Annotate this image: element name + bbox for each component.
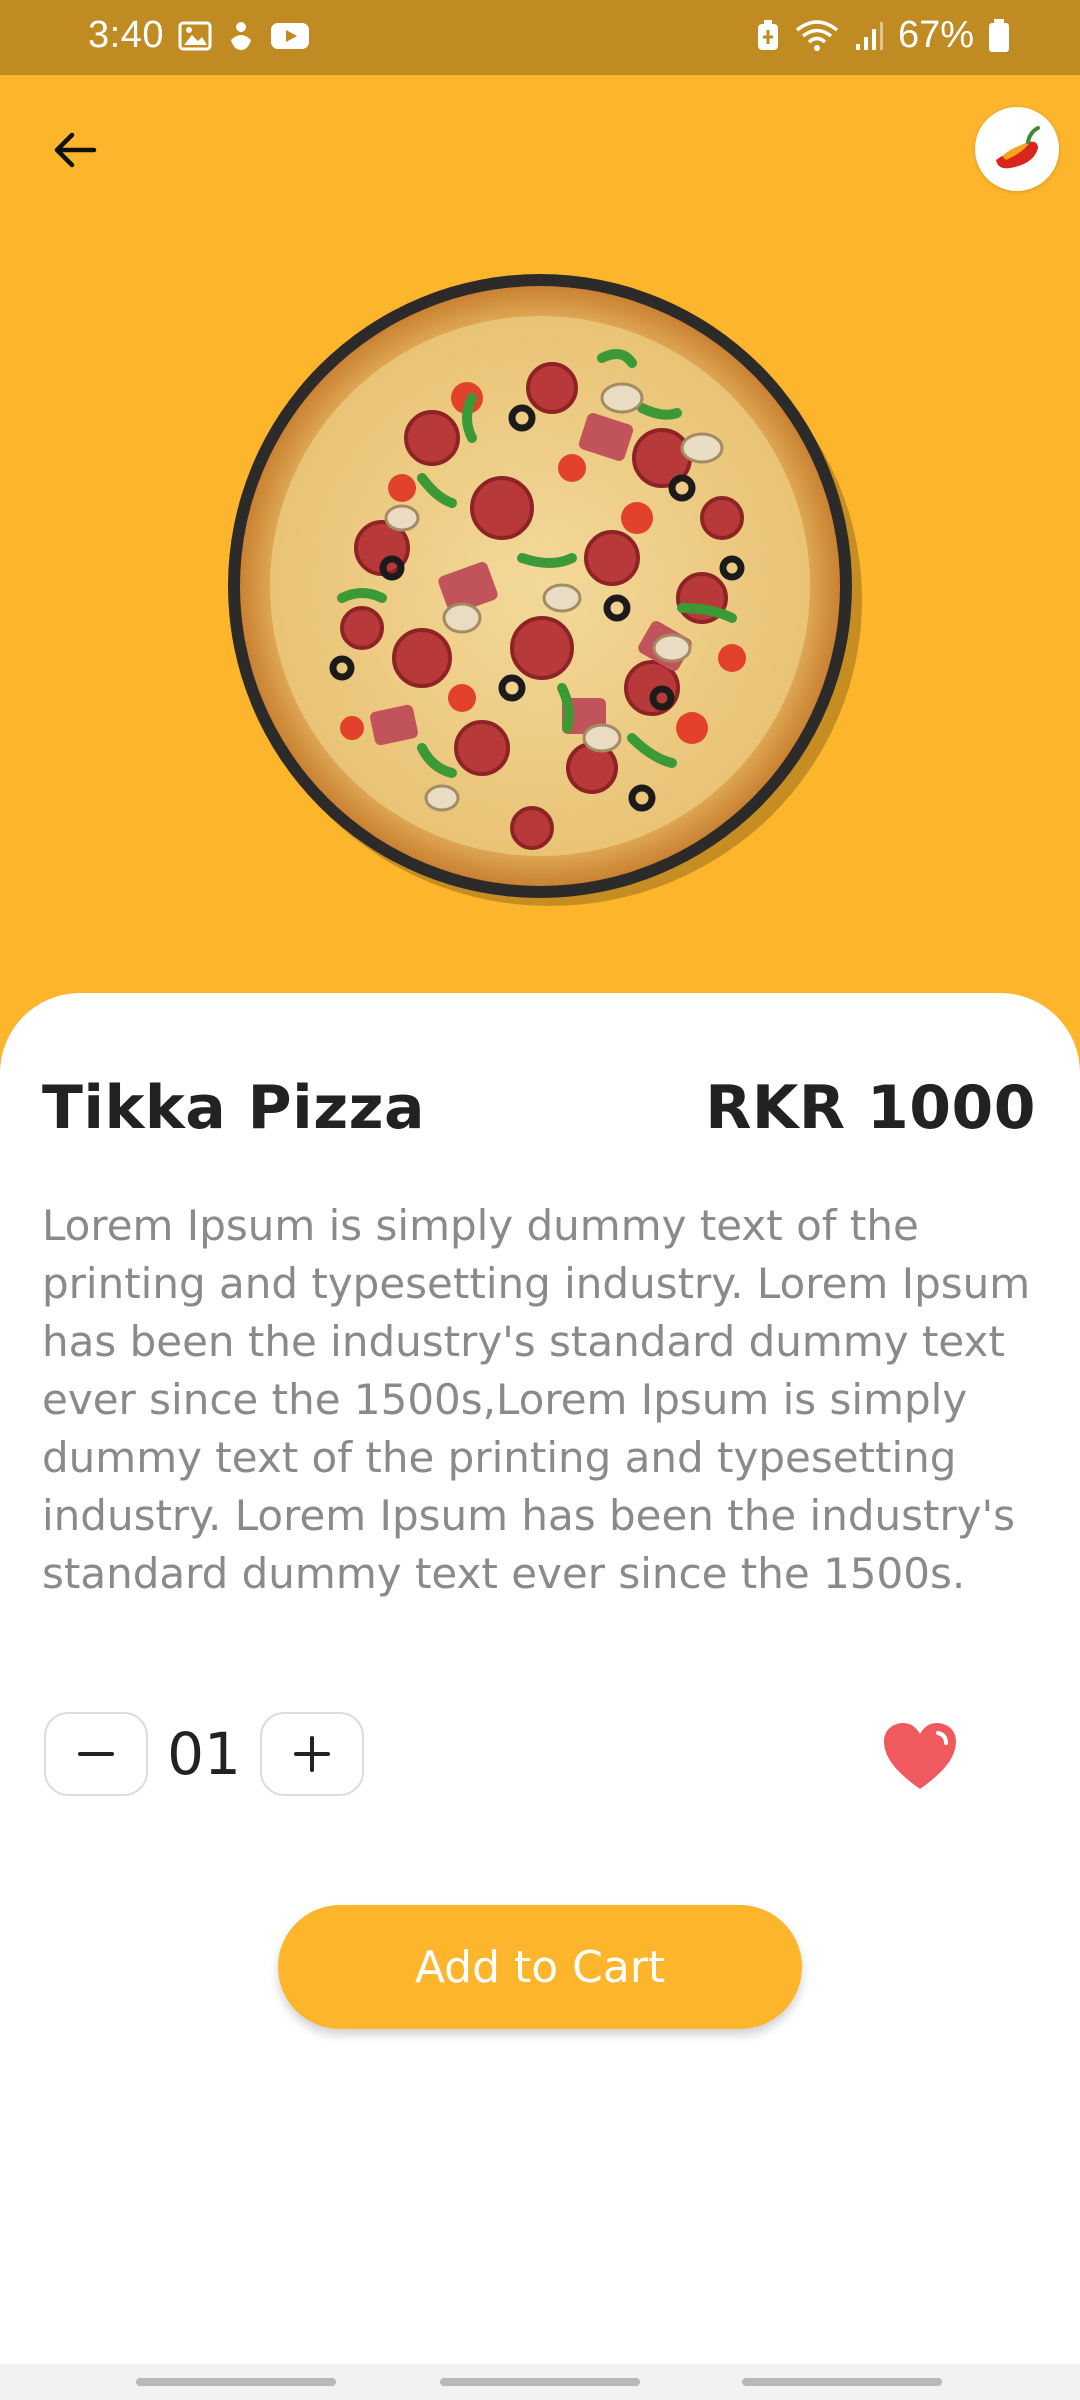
battery-percent: 67% [897, 14, 974, 56]
nav-home[interactable] [440, 2378, 640, 2386]
chili-logo-icon [996, 126, 1040, 169]
product-name: Tikka Pizza [42, 1073, 426, 1143]
app-notification-icon [231, 22, 251, 50]
battery-saver-icon [757, 19, 778, 50]
status-time: 3:40 [88, 14, 164, 56]
quantity-stepper: 01 [44, 1712, 364, 1796]
nav-recents[interactable] [136, 2378, 336, 2386]
heart-icon [884, 1723, 956, 1789]
gallery-icon [178, 21, 212, 51]
pizza-illustration [228, 274, 862, 906]
product-price: RKR 1000 [705, 1073, 1036, 1143]
back-button[interactable] [42, 117, 108, 183]
youtube-icon [271, 23, 309, 49]
status-bar: 3:40 67% [0, 0, 1080, 75]
increment-button[interactable] [260, 1712, 364, 1796]
status-notification-icons [178, 20, 310, 52]
minus-icon [78, 1752, 114, 1756]
brand-logo[interactable] [975, 107, 1059, 191]
decrement-button[interactable] [44, 1712, 148, 1796]
signal-icon [855, 21, 883, 50]
arrow-left-icon [54, 132, 97, 168]
wifi-icon [795, 19, 839, 51]
add-to-cart-button[interactable]: Add to Cart [278, 1905, 802, 2029]
status-system-icons: 67% [756, 14, 1010, 57]
plus-icon [294, 1736, 330, 1772]
battery-icon [989, 18, 1009, 52]
product-image [222, 268, 862, 908]
product-description: Lorem Ipsum is simply dummy text of the … [42, 1201, 1031, 1598]
favorite-button[interactable] [878, 1716, 962, 1796]
quantity-value: 01 [167, 1720, 241, 1788]
nav-back[interactable] [742, 2378, 942, 2386]
product-detail-screen: 3:40 67% Tikka Pizza RKR 1000 Lorem Ipsu… [0, 0, 1080, 2400]
system-nav-bar [0, 2364, 1080, 2400]
